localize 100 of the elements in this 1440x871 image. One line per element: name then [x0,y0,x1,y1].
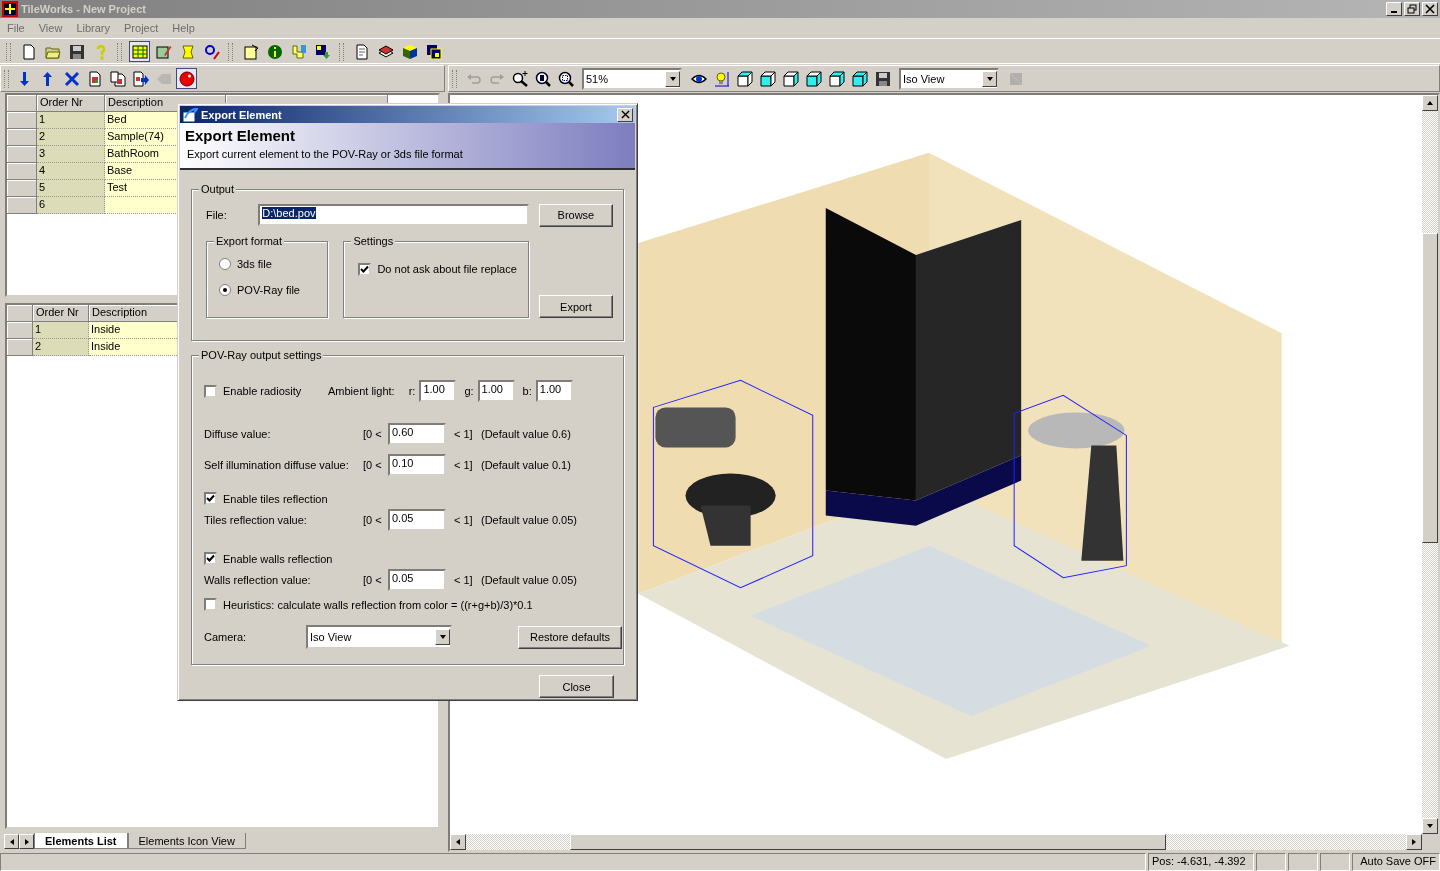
range-label: < 1] [454,428,474,440]
tab[interactable]: Elements Icon View [127,833,246,849]
right-arrow-icon [22,837,31,846]
grid-icon [131,43,148,60]
row-header[interactable] [7,180,37,197]
range-label: [0 < [363,574,383,586]
checkbox[interactable] [204,384,217,398]
checkbox[interactable] [358,262,372,276]
document-export-button[interactable] [130,68,151,89]
close-button[interactable] [617,107,633,122]
ball-icon [178,70,195,87]
column-header[interactable]: Order Nr [37,95,105,112]
grid-button[interactable] [129,41,150,62]
toolbar-grip[interactable] [339,42,344,61]
checkbox-label: Enable walls reflection [223,552,333,565]
input-field[interactable]: 0.60 [388,423,446,445]
cube-icon [401,43,418,60]
zoom-page-icon [534,70,551,87]
input-field[interactable]: 0.10 [388,454,446,476]
table-cell: 6 [37,197,105,214]
windows-icon [425,43,442,60]
close-button[interactable] [1422,2,1438,16]
cube-view-icon [759,70,776,87]
row-header[interactable] [7,322,33,339]
caret-icon [438,633,447,641]
close-icon [1425,4,1435,14]
browse-button[interactable]: Browse [538,203,613,227]
menu-item[interactable]: Library [69,22,117,34]
scroll-left-button[interactable] [4,834,19,849]
menu-item[interactable]: View [31,22,70,34]
row-header[interactable] [7,163,37,180]
checkbox-label: Enable radiosity [223,385,302,397]
range-label: [0 < [363,514,383,526]
menu-item[interactable]: Help [165,22,202,34]
scroll-up-button[interactable] [1422,95,1438,111]
input-field[interactable]: 0.05 [388,569,446,591]
checkbox[interactable] [204,598,217,611]
close-icon [620,110,630,120]
scroll-down-button[interactable] [1422,818,1438,834]
row-header[interactable] [7,339,33,356]
window-title: TileWorks - New Project [21,3,146,15]
toolbar-grip[interactable] [4,69,9,88]
channel-label: g: [464,385,474,397]
input-field[interactable]: 0.05 [388,509,446,531]
row-header[interactable] [7,129,37,146]
cube-view-button[interactable] [734,68,755,89]
export-button[interactable]: Export [538,295,613,318]
checkbox-label: Enable tiles reflection [223,492,328,505]
scroll-thumb[interactable] [1422,233,1438,543]
toolbar-grip[interactable] [117,42,122,61]
row-header[interactable] [7,146,37,163]
documents-button[interactable] [107,68,128,89]
cube-view-button[interactable] [780,68,801,89]
cube-view-icon [736,70,753,87]
column-header[interactable]: Order Nr [33,305,89,322]
caret-icon [985,74,994,83]
camera-select[interactable]: Iso View [306,625,452,649]
down-arrow-icon [1426,822,1434,830]
group-label: POV-Ray output settings [199,348,324,363]
row-header[interactable] [7,197,37,214]
status-panel [1320,853,1350,871]
minimize-button[interactable] [1386,2,1402,16]
scroll-right-button[interactable] [19,834,34,849]
range-label: < 1] [454,459,474,471]
scroll-left-button[interactable] [450,834,466,850]
file-field[interactable]: D:\bed.pov [258,204,529,226]
table-cell: 2 [37,129,105,146]
cube-view-icon [828,70,845,87]
cube-view-icon [851,70,868,87]
status-panel [1256,853,1286,871]
up-arrow-icon [1426,99,1434,107]
scroll-thumb[interactable] [570,834,1166,850]
radio-button[interactable] [219,283,231,296]
cube-view-button[interactable] [757,68,778,89]
checkbox[interactable] [204,492,217,505]
cube-view-button[interactable] [803,68,824,89]
restore-button[interactable] [1404,2,1420,16]
row-header[interactable] [7,112,37,129]
range-label: [0 < [363,428,383,440]
ball-button[interactable] [176,68,197,89]
toolbar-grip[interactable] [228,42,233,61]
cube-view-icon [805,70,822,87]
zoom-fit-icon [557,70,574,87]
input-field[interactable]: 1.00 [419,380,457,402]
tab[interactable]: Elements List [34,833,128,849]
toolbar-grip[interactable] [6,42,11,61]
download-icon [314,43,331,60]
close-dialog-button[interactable]: Close [539,675,614,698]
scroll-right-button[interactable] [1406,834,1422,850]
input-field[interactable]: 1.00 [535,380,573,402]
camera-combo[interactable]: Iso View [899,67,999,90]
checkbox[interactable] [204,552,217,565]
toolbar-grip[interactable] [452,69,457,88]
cube-view-button[interactable] [826,68,847,89]
document-icon [86,70,103,87]
cube-view-button[interactable] [849,68,870,89]
zoom-combo[interactable]: 51% [582,67,682,90]
restore-defaults-button[interactable]: Restore defaults [518,625,622,649]
radio-button[interactable] [219,257,231,270]
input-field[interactable]: 1.00 [477,380,515,402]
